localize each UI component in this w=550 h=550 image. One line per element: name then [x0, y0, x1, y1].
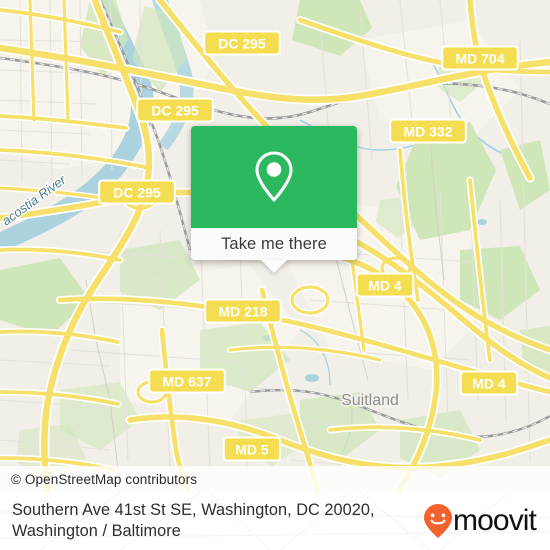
popup-pointer-tail [261, 260, 287, 273]
address-line-2: Washington / Baltimore [12, 522, 181, 540]
map-screenshot: acostia River Suitland DC 295 DC 295 DC 29… [0, 0, 550, 550]
address-line-1: Southern Ave 41st St SE, Washington, DC … [12, 501, 375, 519]
route-shield-label: MD 704 [455, 50, 504, 66]
route-shield-md-704: MD 704 [441, 45, 519, 71]
route-shield-label: MD 4 [368, 277, 402, 293]
route-shield-md-637: MD 637 [148, 368, 226, 394]
popup-action-bar[interactable]: Take me there [191, 228, 357, 260]
route-shield-md-4-lower: MD 4 [459, 370, 519, 396]
route-shield-label: MD 218 [218, 303, 267, 319]
map-pin-icon [255, 151, 293, 202]
route-shield-label: MD 5 [235, 441, 269, 457]
route-shield-md-5: MD 5 [222, 436, 282, 462]
address-block: Southern Ave 41st St SE, Washington, DC … [0, 500, 402, 542]
attribution-text: © OpenStreetMap contributors [11, 471, 198, 487]
svg-text:Suitland: Suitland [341, 392, 399, 409]
route-shield-label: MD 4 [472, 375, 506, 391]
route-shield-md-4-upper: MD 4 [355, 272, 415, 298]
route-shield-dc-295-north: DC 295 [203, 30, 281, 56]
popup-image-area [191, 126, 357, 228]
moovit-logo[interactable]: moovit [423, 503, 537, 539]
moovit-pin-icon [424, 504, 453, 538]
location-popup-card[interactable]: Take me there [191, 126, 357, 273]
footer-bar: Southern Ave 41st St SE, Washington, DC … [0, 492, 550, 550]
route-shield-md-332: MD 332 [389, 118, 467, 144]
route-shield-md-218: MD 218 [204, 298, 282, 324]
route-shield-dc-295-south: DC 295 [98, 179, 176, 205]
route-shield-label: MD 637 [162, 373, 211, 389]
route-shield-label: DC 295 [113, 184, 161, 200]
route-shield-label: DC 295 [218, 35, 266, 51]
route-shield-dc-295-mid: DC 295 [136, 97, 214, 123]
place-label-suitland: Suitland [340, 391, 401, 411]
moovit-wordmark: moovit [453, 504, 537, 537]
route-shield-label: DC 295 [151, 102, 199, 118]
map-attribution: © OpenStreetMap contributors [0, 466, 550, 492]
take-me-there-label: Take me there [221, 234, 327, 253]
route-shield-label: MD 332 [403, 123, 452, 139]
